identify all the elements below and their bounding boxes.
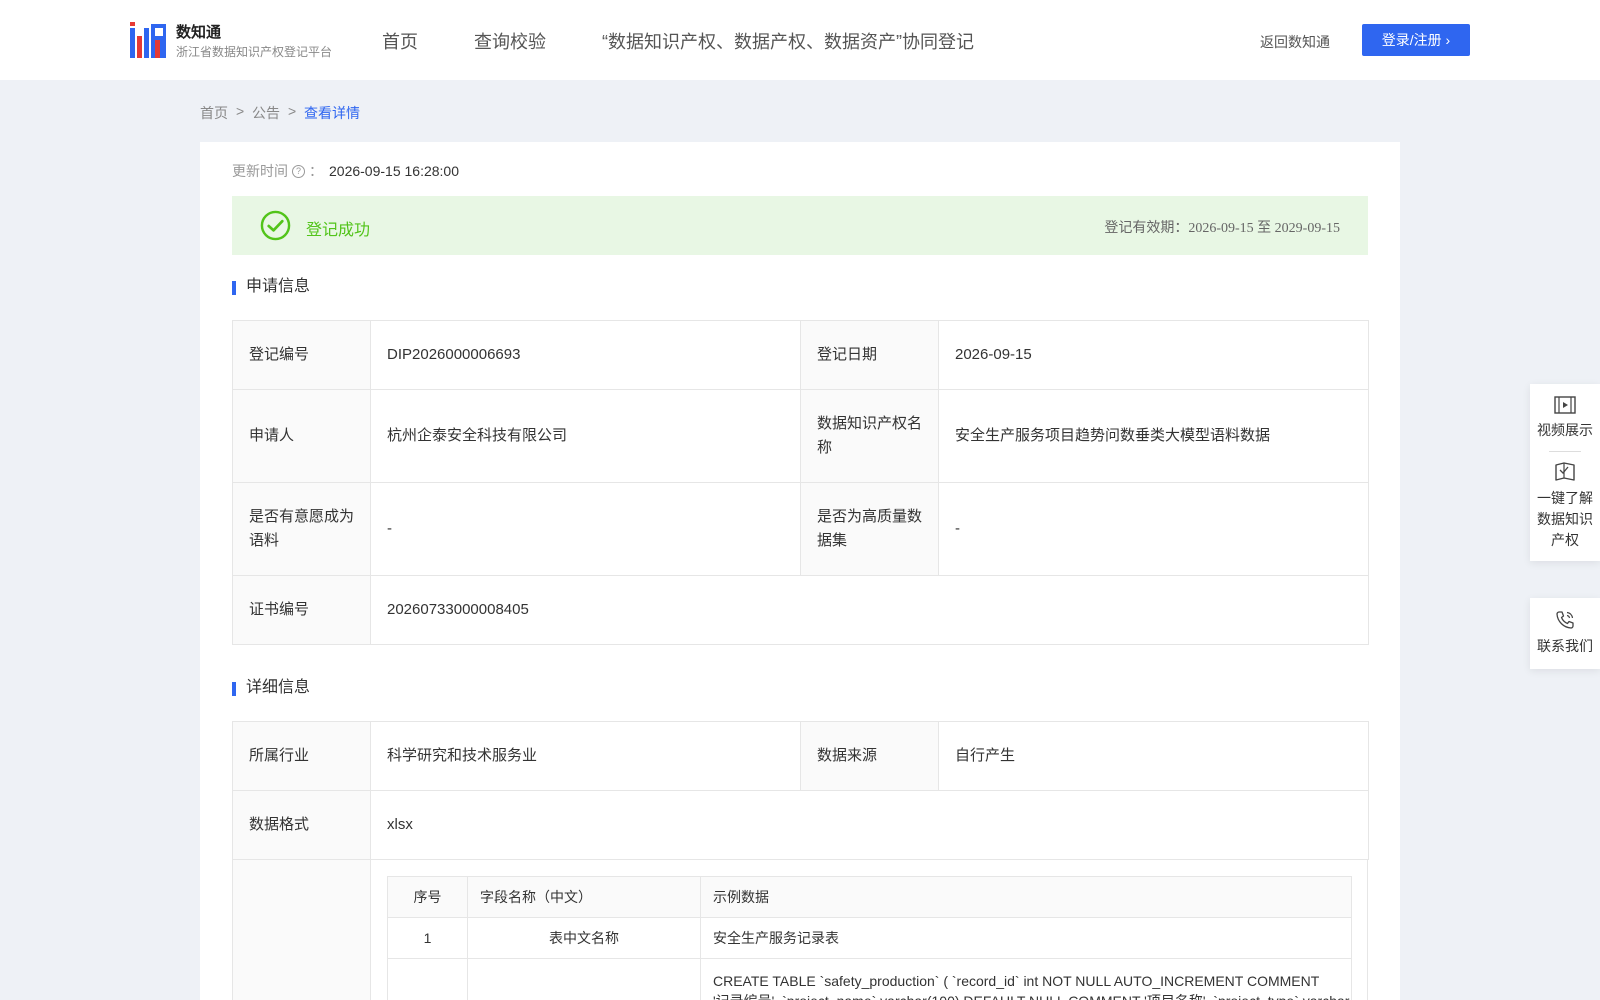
corpus-value: - [370,482,801,576]
chevron-right-icon: › [1445,32,1451,48]
ip-name-value: 安全生产服务项目趋势问数垂类大模型语料数据 [938,389,1369,483]
update-time: 更新时间 ? ： 2026-09-15 16:28:00 [232,161,459,181]
detail-info-table: 所属行业 科学研究和技术服务业 数据来源 自行产生 数据格式 xlsx [232,721,1369,860]
video-icon [1554,396,1576,414]
check-circle-icon [260,210,291,241]
cert-no-value: 20260733000008405 [370,575,1369,645]
contact-us-label: 联系我们 [1537,638,1593,654]
section-title-detail-text: 详细信息 [246,679,311,696]
row-name-empty [467,958,701,1000]
validity-period: 登记有效期：2026-09-15 至 2029-09-15 [1104,221,1340,236]
login-label: 登录/注册 [1381,32,1442,48]
reg-no-value: DIP2026000006693 [370,320,801,390]
table-row: 数据格式 xlsx [232,790,1369,860]
table-row: 证书编号 20260733000008405 [232,575,1369,645]
section-title-detail: 详细信息 [232,679,311,696]
ip-name-label: 数据知识产权名称 [800,389,939,483]
row-no-empty [387,958,468,1000]
industry-label: 所属行业 [232,721,371,791]
field-label-column [233,860,371,1000]
row-name: 表中文名称 [467,917,701,959]
update-time-value: 2026-09-15 16:28:00 [329,163,459,179]
cert-no-label: 证书编号 [232,575,371,645]
table-row: 登记编号 DIP2026000006693 登记日期 2026-09-15 [232,320,1369,390]
breadcrumb-separator: > [236,103,245,119]
applicant-label: 申请人 [232,389,371,483]
nav-home[interactable]: 首页 [382,28,418,54]
top-header: 数知通 浙江省数据知识产权登记平台 首页 查询校验 “数据知识产权、数据产权、数… [0,0,1600,80]
float-toolbar-contact: 联系我们 [1530,598,1600,669]
row-no: 1 [387,917,468,959]
col-header-no: 序号 [387,876,468,918]
login-button[interactable]: 登录/注册 › [1362,24,1470,56]
table-row: 所属行业 科学研究和技术服务业 数据来源 自行产生 [232,721,1369,791]
video-showcase-button[interactable]: 视频展示 [1530,396,1600,441]
reg-no-label: 登记编号 [232,320,371,390]
help-icon[interactable]: ? [292,164,305,178]
industry-value: 科学研究和技术服务业 [370,721,801,791]
phone-icon [1556,611,1574,629]
learn-ip-label: 一键了解数据知识产权 [1537,490,1593,548]
status-text: 登记成功 [306,222,371,239]
applicant-value: 杭州企泰安全科技有限公司 [370,389,801,483]
video-showcase-label: 视频展示 [1537,422,1593,438]
format-label: 数据格式 [232,790,371,860]
brand-subtitle: 浙江省数据知识产权登记平台 [176,45,333,59]
table-row: 1 表中文名称 安全生产服务记录表 [387,917,1352,959]
learn-ip-button[interactable]: 一键了解数据知识产权 [1530,462,1600,551]
breadcrumb-notice[interactable]: 公告 [252,103,280,123]
divider [1549,451,1581,452]
apply-info-table: 登记编号 DIP2026000006693 登记日期 2026-09-15 申请… [232,320,1369,645]
breadcrumb-home[interactable]: 首页 [200,103,228,123]
float-toolbar-main: 视频展示 一键了解数据知识产权 [1530,384,1600,561]
reg-date-value: 2026-09-15 [938,320,1369,390]
breadcrumb-current: 查看详情 [304,105,360,121]
high-quality-value: - [938,482,1369,576]
update-time-colon: ： [309,163,323,179]
section-title-apply-text: 申请信息 [246,278,311,295]
format-value: xlsx [370,790,1369,860]
update-time-label: 更新时间 [232,163,288,179]
corpus-label: 是否有意愿成为语料 [232,482,371,576]
row-sample: 安全生产服务记录表 [700,917,1352,959]
high-quality-label: 是否为高质量数据集 [800,482,939,576]
nav-query[interactable]: 查询校验 [474,28,546,54]
status-banner: 登记成功 登记有效期：2026-09-15 至 2029-09-15 [232,196,1368,255]
col-header-sample: 示例数据 [700,876,1352,918]
source-value: 自行产生 [938,721,1369,791]
source-label: 数据来源 [800,721,939,791]
code-line: '记录编号', `project_name` varchar(100) DEFA… [713,991,1349,1000]
book-icon [1555,462,1575,481]
nav-joint-registration[interactable]: “数据知识产权、数据产权、数据资产”协同登记 [602,28,974,54]
back-link[interactable]: 返回数知通 [1260,32,1330,52]
table-row: CREATE TABLE `safety_production` ( `reco… [387,958,1352,1000]
col-header-name: 字段名称（中文） [467,876,701,918]
section-title-apply: 申请信息 [232,278,311,295]
reg-date-label: 登记日期 [800,320,939,390]
brand-name: 数知通 [176,24,222,41]
code-line: CREATE TABLE `safety_production` ( `reco… [713,973,1320,989]
table-header-row: 序号 字段名称（中文） 示例数据 [387,876,1352,918]
table-row: 是否有意愿成为语料 - 是否为高质量数据集 - [232,482,1369,576]
brand-logo[interactable] [130,22,166,58]
row-sample-code: CREATE TABLE `safety_production` ( `reco… [700,958,1352,1000]
contact-us-button[interactable]: 联系我们 [1530,610,1600,657]
table-row: 申请人 杭州企泰安全科技有限公司 数据知识产权名称 安全生产服务项目趋势问数垂类… [232,389,1369,483]
fields-table: 序号 字段名称（中文） 示例数据 1 表中文名称 安全生产服务记录表 CREAT… [387,876,1352,1000]
breadcrumb-separator: > [288,103,297,119]
